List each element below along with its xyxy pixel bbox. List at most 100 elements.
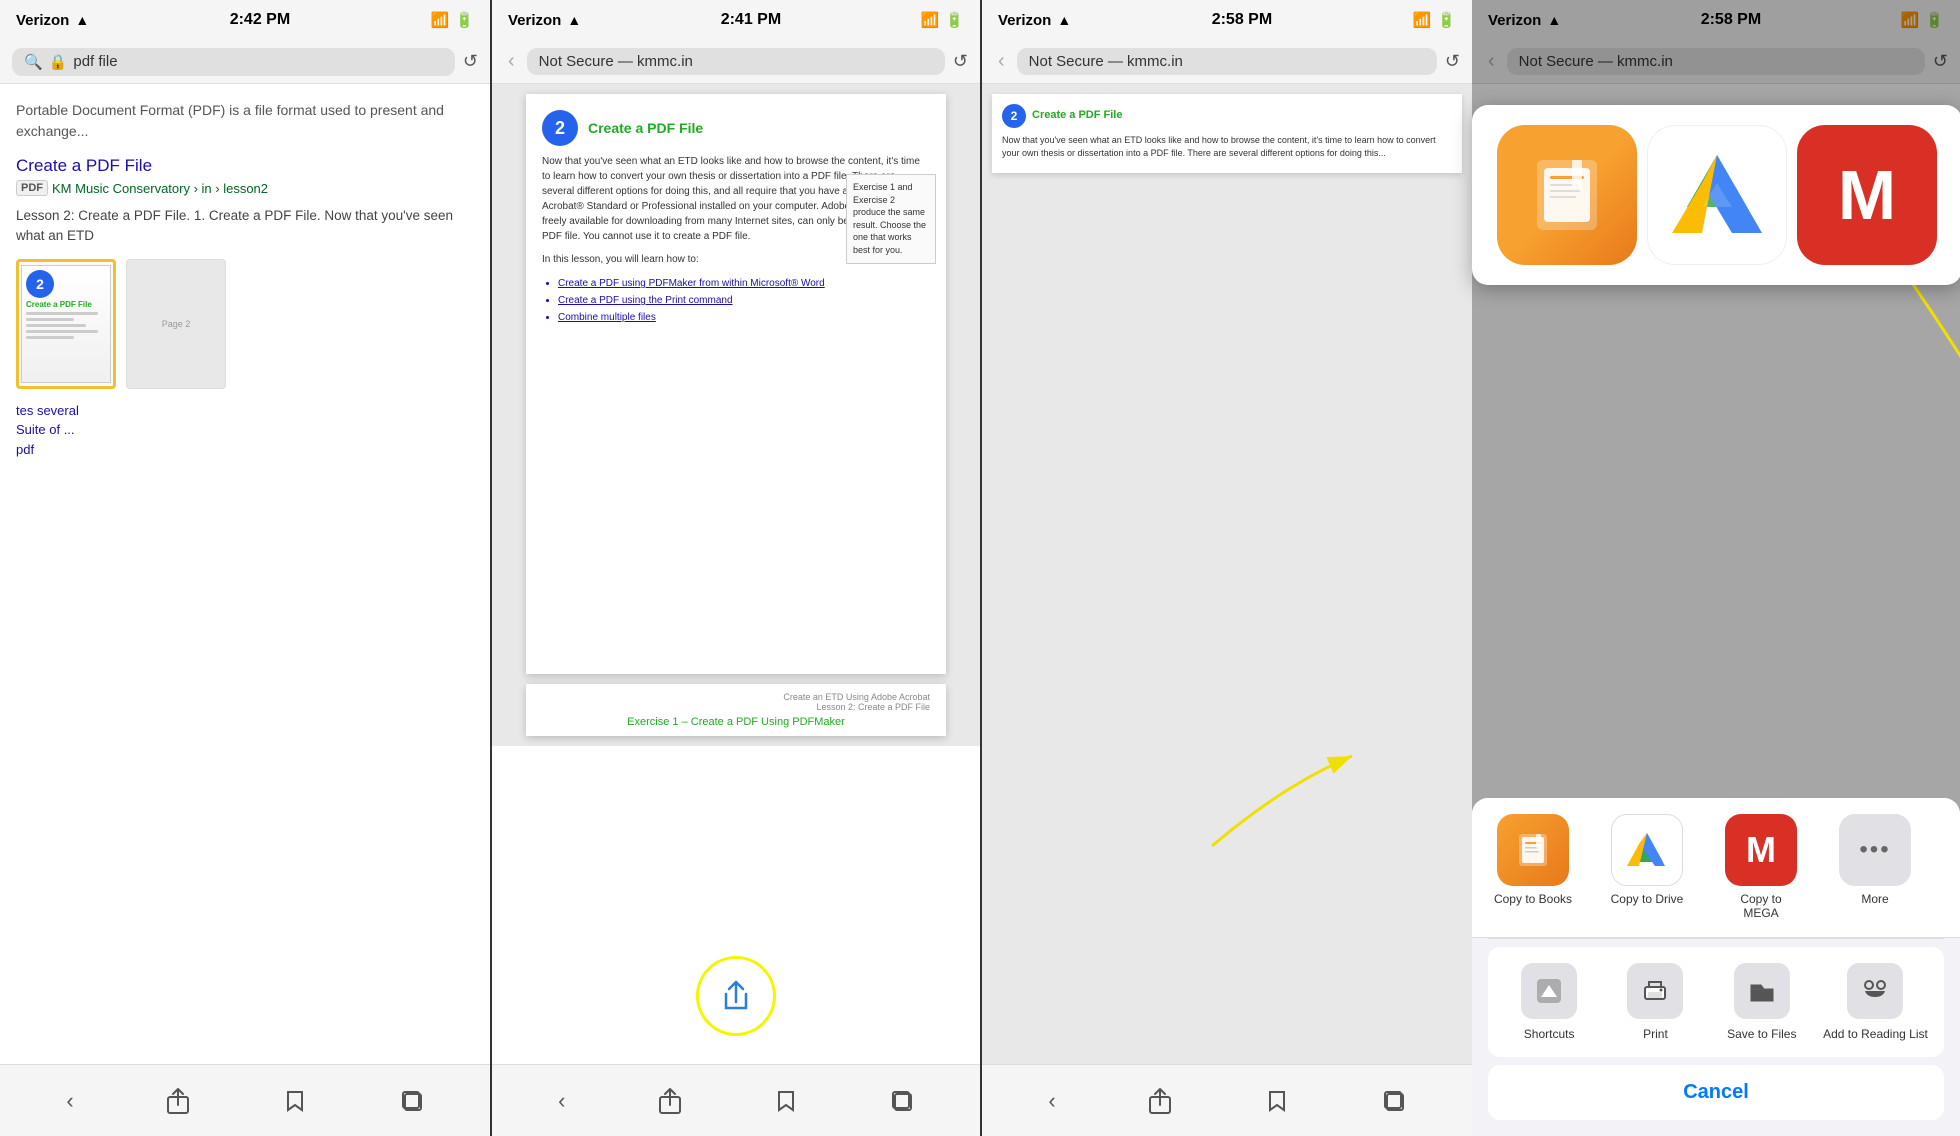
books-large-icon[interactable] — [1497, 125, 1637, 265]
thumbnail-row: 2 Create a PDF File Page 2 — [16, 259, 474, 389]
result-snippet-2: tes severalSuite of ...pdf — [16, 401, 474, 460]
pdf-thumbnail-2[interactable]: Page 2 — [126, 259, 226, 389]
status-bar-2: Verizon ▲ 2:41 PM 📶 🔋 — [492, 0, 980, 40]
back-nav-2[interactable]: ‹ — [504, 50, 519, 73]
bookmarks-btn-3[interactable] — [1265, 1089, 1289, 1113]
tabs-icon-1 — [400, 1089, 424, 1113]
bookmarks-icon-1 — [283, 1089, 307, 1113]
mega-large-icon[interactable]: M — [1797, 125, 1937, 265]
bookmarks-btn-2[interactable] — [774, 1089, 798, 1113]
status-bar-1: Verizon ▲ 2:42 PM 📶 🔋 — [0, 0, 490, 40]
shortcuts-icon — [1521, 963, 1577, 1019]
result-title[interactable]: Create a PDF File — [16, 156, 474, 176]
tabs-btn-2[interactable] — [890, 1089, 914, 1113]
drive-label: Copy to Drive — [1611, 892, 1684, 906]
pdf-sidebar-text: Exercise 1 and Exercise 2 produce the sa… — [853, 182, 926, 255]
share-btn-1[interactable] — [166, 1087, 190, 1115]
print-label: Print — [1643, 1027, 1668, 1041]
search-icon-1: 🔍 — [24, 53, 43, 71]
bookmarks-btn-1[interactable] — [283, 1089, 307, 1113]
snippet-link[interactable]: tes severalSuite of ...pdf — [16, 403, 79, 457]
panel-1: Verizon ▲ 2:42 PM 📶 🔋 🔍 🔒 pdf file ↺ Por… — [0, 0, 490, 1136]
more-icon: ••• — [1839, 814, 1911, 886]
address-bar-1[interactable]: 🔍 🔒 pdf file ↺ — [0, 40, 490, 84]
tabs-icon-2 — [890, 1089, 914, 1113]
breadcrumb-text: KM Music Conservatory › in › lesson2 — [52, 181, 268, 196]
pdf-footer-link[interactable]: Exercise 1 – Create a PDF Using PDFMaker — [542, 716, 930, 728]
not-secure-label-2: Not Secure — kmmc.in — [539, 53, 693, 70]
print-item[interactable]: Print — [1610, 963, 1700, 1041]
back-btn-3[interactable]: ‹ — [1048, 1088, 1055, 1114]
reload-btn-2[interactable]: ↺ — [953, 51, 968, 72]
page-num-circle: 2 — [542, 110, 578, 146]
bottom-nav-2: ‹ — [492, 1064, 980, 1136]
carrier-3-left: Verizon — [998, 12, 1051, 29]
mega-m-small: M — [1746, 832, 1776, 868]
reload-btn-3-left[interactable]: ↺ — [1445, 51, 1460, 72]
pdf-badge: PDF — [16, 180, 48, 196]
print-icon — [1627, 963, 1683, 1019]
more-label: More — [1861, 892, 1888, 906]
thumb-number: 2 — [26, 270, 54, 298]
bookmarks-icon-2 — [774, 1089, 798, 1113]
divider-1 — [1488, 938, 1944, 939]
share-sheet-panel: Copy to Books Copy to Drive M Copy — [1472, 798, 1960, 1136]
files-svg — [1746, 975, 1778, 1007]
share-mega-item[interactable]: M Copy to MEGA — [1716, 814, 1806, 921]
back-btn-2[interactable]: ‹ — [558, 1088, 565, 1114]
panel-2: Verizon ▲ 2:41 PM 📶 🔋 ‹ Not Secure — kmm… — [490, 0, 980, 1136]
url-box-3-left[interactable]: Not Secure — kmmc.in — [1017, 48, 1437, 75]
url-box-1[interactable]: 🔍 🔒 pdf file — [12, 48, 455, 76]
share-btn-2[interactable] — [658, 1087, 682, 1115]
bottom-nav-3: ‹ — [982, 1064, 1472, 1136]
back-btn-1[interactable]: ‹ — [66, 1088, 73, 1114]
time-2: 2:41 PM — [721, 11, 781, 29]
share-circle[interactable] — [696, 956, 776, 1036]
wifi-icon-2: ▲ — [567, 12, 581, 28]
drive-svg-large — [1667, 145, 1767, 245]
reading-svg — [1859, 975, 1891, 1007]
address-bar-2[interactable]: ‹ Not Secure — kmmc.in ↺ — [492, 40, 980, 84]
signal-icon-2: 📶 — [921, 11, 940, 29]
tabs-btn-1[interactable] — [400, 1089, 424, 1113]
search-results: Portable Document Format (PDF) is a file… — [0, 84, 490, 459]
url-box-2[interactable]: Not Secure — kmmc.in — [527, 48, 945, 75]
pdf-sidebar-box: Exercise 1 and Exercise 2 produce the sa… — [846, 174, 936, 264]
tabs-btn-3[interactable] — [1382, 1089, 1406, 1113]
books-small-svg — [1513, 830, 1553, 870]
share-drive-item[interactable]: Copy to Drive — [1602, 814, 1692, 906]
share-btn-3[interactable] — [1148, 1087, 1172, 1115]
time-1: 2:42 PM — [230, 11, 290, 29]
pdf-viewer-2: 2 Create a PDF File Now that you've seen… — [492, 84, 980, 746]
cancel-btn-row[interactable]: Cancel — [1488, 1065, 1944, 1120]
breadcrumb: PDF KM Music Conservatory › in › lesson2 — [16, 180, 474, 196]
share-books-item[interactable]: Copy to Books — [1488, 814, 1578, 906]
share-sheet-row1: Copy to Books Copy to Drive M Copy — [1472, 798, 1960, 938]
time-3-left: 2:58 PM — [1212, 11, 1272, 29]
pdf-link-2[interactable]: Create a PDF using the Print command — [558, 295, 733, 306]
shortcuts-label: Shortcuts — [1524, 1027, 1575, 1041]
signal-icon-1: 📶 — [431, 11, 450, 29]
url-text-1: pdf file — [73, 53, 117, 70]
shortcuts-svg — [1533, 975, 1565, 1007]
back-nav-3-left[interactable]: ‹ — [994, 50, 1009, 73]
wifi-icon-3-left: ▲ — [1057, 12, 1071, 28]
pdf-thumbnail-1[interactable]: 2 Create a PDF File — [16, 259, 116, 389]
battery-icon-2: 🔋 — [945, 11, 964, 29]
pdf-link-3[interactable]: Combine multiple files — [558, 312, 656, 323]
share-more-item[interactable]: ••• More — [1830, 814, 1920, 906]
reload-btn-1[interactable]: ↺ — [463, 51, 478, 72]
drive-large-icon[interactable] — [1647, 125, 1787, 265]
cancel-label[interactable]: Cancel — [1683, 1081, 1749, 1103]
save-files-icon — [1734, 963, 1790, 1019]
status-bar-3-left: Verizon ▲ 2:58 PM 📶 🔋 — [982, 0, 1472, 40]
address-bar-3-left[interactable]: ‹ Not Secure — kmmc.in ↺ — [982, 40, 1472, 84]
share-icon-3 — [1148, 1087, 1172, 1115]
reading-list-item[interactable]: Add to Reading List — [1823, 963, 1928, 1041]
shortcuts-item[interactable]: Shortcuts — [1504, 963, 1594, 1041]
pdf-link-1[interactable]: Create a PDF using PDFMaker from within … — [558, 278, 825, 289]
pdf-header: 2 Create a PDF File — [542, 110, 930, 146]
save-files-item[interactable]: Save to Files — [1717, 963, 1807, 1041]
save-files-label: Save to Files — [1727, 1027, 1796, 1041]
lock-icon-1: 🔒 — [49, 53, 68, 71]
